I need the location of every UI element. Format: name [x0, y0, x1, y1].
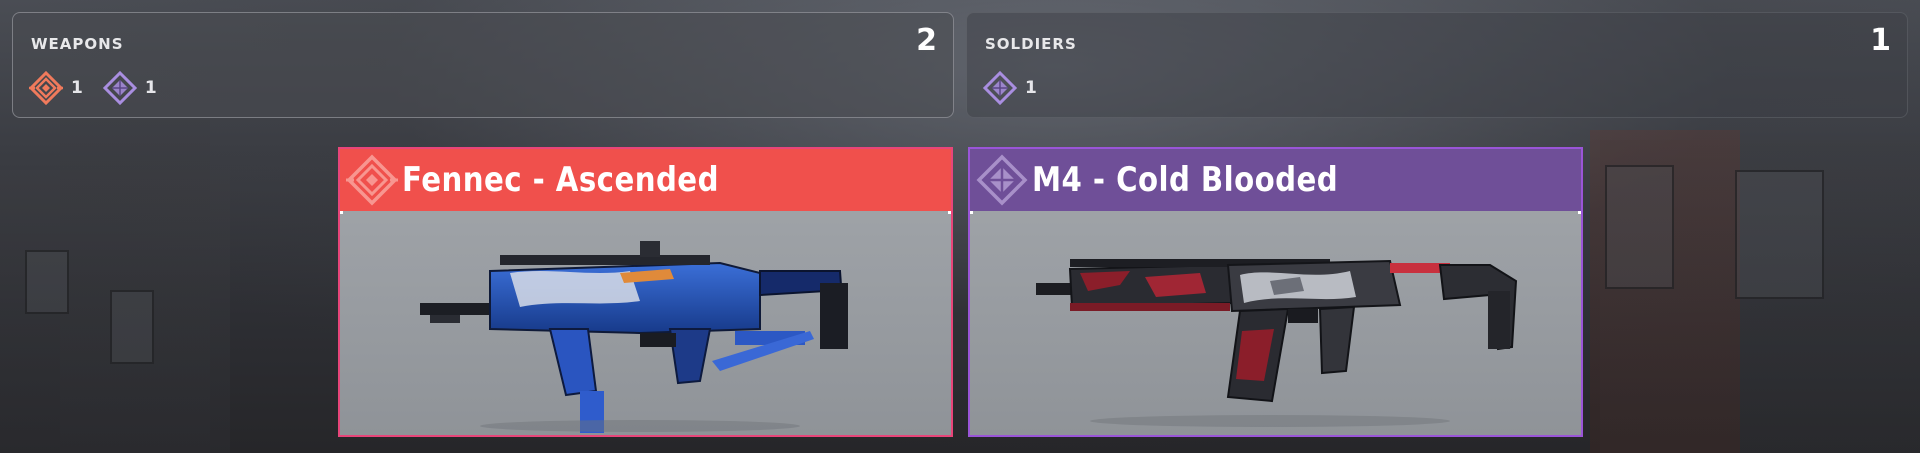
background-building: [60, 120, 210, 453]
weapons-label: WEAPONS: [31, 35, 124, 53]
item-title: M4 - Cold Blooded: [1032, 160, 1339, 200]
soldiers-total: 1: [1870, 23, 1891, 58]
soldiers-rarity-row: 1: [983, 71, 1057, 105]
legendary-rarity-icon: [974, 152, 1030, 208]
soldiers-summary-card[interactable]: SOLDIERS 1 1: [966, 12, 1908, 118]
fennec-smg-image: [420, 241, 848, 433]
background-window: [1605, 165, 1674, 289]
weapons-ascended-chip: 1: [29, 71, 83, 105]
weapons-summary-card[interactable]: WEAPONS 2 1 1: [12, 12, 954, 118]
weapons-total: 2: [916, 23, 937, 58]
ascended-rarity-icon: [344, 152, 400, 208]
ascended-rarity-icon: [29, 71, 63, 105]
item-header: M4 - Cold Blooded: [970, 149, 1581, 211]
weapons-rarity-row: 1 1: [29, 71, 177, 105]
legendary-rarity-icon: [983, 71, 1017, 105]
item-header: Fennec - Ascended: [340, 149, 951, 211]
item-card-m4[interactable]: M4 - Cold Blooded: [968, 147, 1583, 437]
m4-rifle-image: [1036, 259, 1518, 427]
background-window: [110, 290, 154, 364]
soldiers-label: SOLDIERS: [985, 35, 1077, 53]
soldiers-legendary-chip: 1: [983, 71, 1037, 105]
weapons-ascended-count: 1: [71, 78, 83, 98]
legendary-rarity-icon: [102, 71, 137, 105]
item-card-fennec[interactable]: Fennec - Ascended: [338, 147, 953, 437]
item-title: Fennec - Ascended: [402, 160, 719, 200]
background-scene: WEAPONS 2 1 1 SOLDIERS 1 1 Fennec - Asce…: [0, 0, 1920, 453]
weapons-legendary-count: 1: [144, 78, 157, 98]
weapons-legendary-chip: 1: [102, 71, 157, 105]
background-window: [1735, 170, 1824, 299]
soldiers-legendary-count: 1: [1025, 78, 1037, 98]
background-window: [25, 250, 69, 314]
